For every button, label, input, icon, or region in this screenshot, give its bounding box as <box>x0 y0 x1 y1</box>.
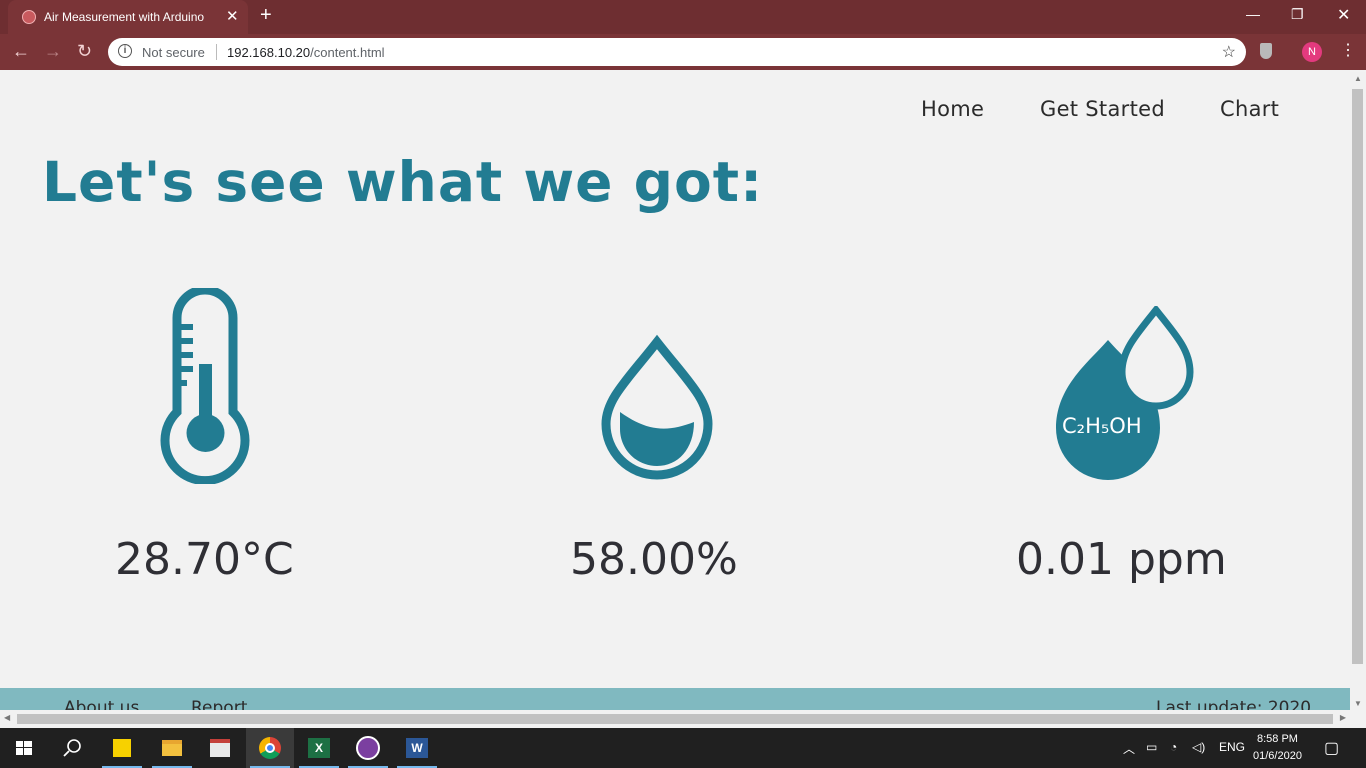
volume-icon[interactable]: ◁) <box>1192 740 1205 754</box>
temperature-value: 28.70°C <box>115 534 294 585</box>
address-bar[interactable]: i Not secure 192.168.10.20/content.html … <box>108 38 1246 66</box>
file-explorer-icon[interactable] <box>148 728 196 768</box>
minimize-icon[interactable]: — <box>1246 6 1260 22</box>
vertical-scrollbar[interactable]: ▲ ▼ <box>1350 72 1366 710</box>
restore-icon[interactable]: ❐ <box>1291 6 1304 23</box>
search-icon[interactable] <box>48 728 96 768</box>
notifications-icon[interactable]: ▢ <box>1324 738 1339 758</box>
windows-taskbar: X W ︿ ▭ ◔ ◁) ENG 8:58 PM 01/6/2020 ▢ <box>0 728 1366 768</box>
url-text[interactable]: 192.168.10.20/content.html <box>227 45 385 60</box>
store-app-icon[interactable] <box>197 728 245 768</box>
wifi-icon[interactable]: ◔ <box>1170 740 1177 754</box>
security-label[interactable]: Not secure <box>142 45 205 60</box>
nav-get-started[interactable]: Get Started <box>1040 97 1165 121</box>
tray-chevron-up-icon[interactable]: ︿ <box>1123 740 1135 757</box>
alcohol-value: 0.01 ppm <box>1016 534 1227 585</box>
start-windows-icon[interactable] <box>0 728 48 768</box>
thermometer-icon <box>160 288 250 484</box>
scroll-down-icon[interactable]: ▼ <box>1354 699 1362 708</box>
excel-icon[interactable]: X <box>295 728 343 768</box>
battery-icon[interactable]: ▭ <box>1146 740 1157 754</box>
page-footer: About us Report Last update: 2020 <box>0 688 1350 710</box>
vertical-scroll-thumb[interactable] <box>1352 89 1363 664</box>
browser-toolbar: ← → ↻ i Not secure 192.168.10.20/content… <box>0 34 1366 70</box>
word-icon[interactable]: W <box>393 728 441 768</box>
scroll-left-icon[interactable]: ◀ <box>4 713 10 722</box>
info-icon[interactable]: i <box>118 44 132 58</box>
close-window-icon[interactable]: ✕ <box>1337 5 1350 25</box>
browser-titlebar: Air Measurement with Arduino ✕ + — ❐ ✕ <box>0 0 1366 34</box>
url-host: 192.168.10.20 <box>227 45 311 60</box>
language-indicator[interactable]: ENG <box>1219 740 1245 754</box>
tab-title: Air Measurement with Arduino <box>44 10 205 24</box>
app-cat-icon[interactable] <box>344 728 392 768</box>
browser-tab[interactable]: Air Measurement with Arduino ✕ <box>8 0 248 34</box>
horizontal-scrollbar[interactable]: ◀ ▶ <box>0 710 1350 728</box>
alcohol-drops-icon: C₂H₅OH <box>1056 306 1194 480</box>
reload-icon[interactable]: ↻ <box>77 41 92 62</box>
alcohol-formula-label: C₂H₅OH <box>1062 414 1142 438</box>
clock-time: 8:58 PM <box>1256 733 1298 745</box>
page-heading: Let's see what we got: <box>42 150 764 214</box>
menu-kebab-icon[interactable]: ⋮ <box>1340 40 1356 60</box>
horizontal-scroll-thumb[interactable] <box>17 714 1333 724</box>
site-favicon-icon <box>22 10 36 24</box>
footer-report-link[interactable]: Report <box>191 698 247 710</box>
back-arrow-icon[interactable]: ← <box>12 41 30 62</box>
omnibox-divider <box>216 44 217 60</box>
forward-arrow-icon[interactable]: → <box>44 41 62 62</box>
nav-chart[interactable]: Chart <box>1220 97 1279 121</box>
tab-close-icon[interactable]: ✕ <box>226 7 239 25</box>
taskbar-clock[interactable]: 8:58 PM 01/6/2020 <box>1253 731 1302 765</box>
scroll-up-icon[interactable]: ▲ <box>1354 74 1362 83</box>
chrome-taskbar-icon[interactable] <box>246 728 294 768</box>
humidity-drop-icon <box>601 334 713 480</box>
url-path: /content.html <box>310 45 385 60</box>
footer-last-update: Last update: 2020 <box>1156 698 1312 710</box>
clock-date: 01/6/2020 <box>1253 750 1302 762</box>
humidity-value: 58.00% <box>570 534 738 585</box>
extension-shield-icon[interactable] <box>1260 43 1272 59</box>
scroll-right-icon[interactable]: ▶ <box>1340 713 1346 722</box>
new-tab-button[interactable]: + <box>260 4 272 27</box>
sticky-notes-icon[interactable] <box>98 728 146 768</box>
nav-home[interactable]: Home <box>921 97 984 121</box>
bookmark-star-icon[interactable]: ☆ <box>1222 42 1236 62</box>
profile-avatar[interactable]: N <box>1302 42 1322 62</box>
footer-about-link[interactable]: About us <box>64 698 139 710</box>
